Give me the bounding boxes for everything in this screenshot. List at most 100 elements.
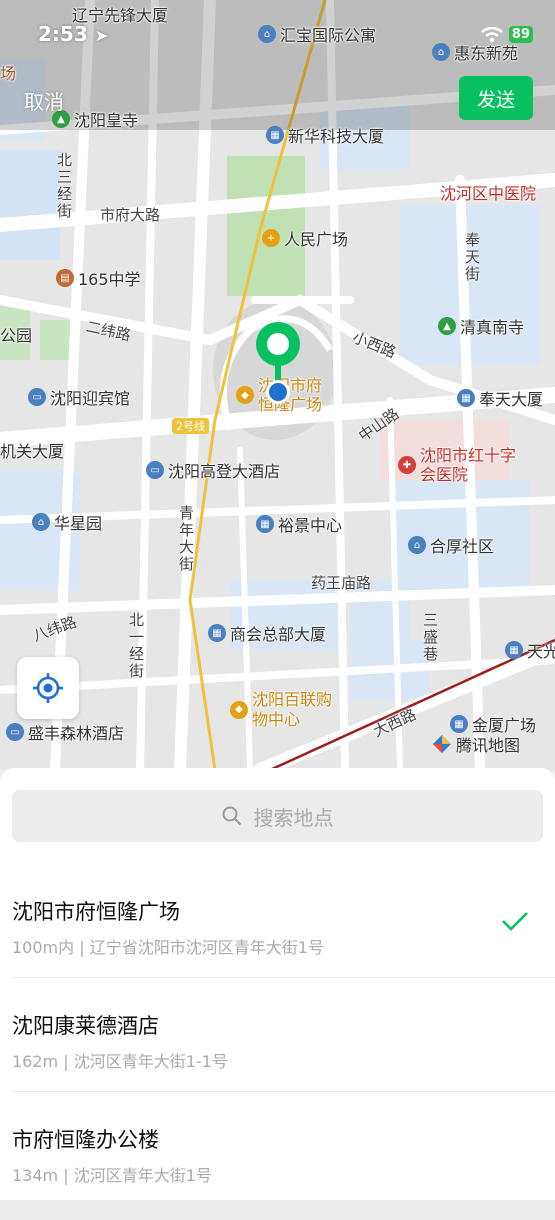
cancel-button[interactable]: 取消 (24, 86, 64, 115)
home-icon: ⌂ (408, 536, 426, 554)
hospital-icon: ✚ (398, 456, 416, 474)
search-input[interactable]: 搜索地点 (12, 790, 543, 842)
poi-label[interactable]: + 人民广场 (262, 226, 348, 250)
poi-label[interactable]: 场 (0, 60, 16, 84)
poi-label[interactable]: ▦ 新华科技大厦 (266, 123, 384, 147)
result-address: 134m | 沈河区青年大街1号 (12, 1166, 212, 1185)
poi-name: 裕景中心 (278, 516, 343, 535)
result-name: 沈阳市府恒隆广场 (12, 900, 180, 924)
poi-label[interactable]: ▲ 清真南寺 (438, 314, 524, 338)
hotel-icon: ▭ (146, 461, 164, 479)
poi-name: 汇宝国际公寓 (280, 26, 377, 45)
poi-name: 商会总部大厦 (230, 625, 327, 644)
hotel-icon: ▭ (28, 388, 46, 406)
poi-name: 合厚社区 (430, 537, 495, 556)
map-view[interactable]: 辽宁先锋大厦 ⌂ 汇宝国际公寓 ⌂ 惠东新苑 ▲ 沈阳皇寺 ▦ 新华科技大厦 沈河区中医… (0, 0, 555, 770)
divider (12, 977, 555, 978)
temple-icon: ▲ (438, 317, 456, 335)
map-brand-label: 腾讯地图 (456, 736, 521, 755)
road-label: 北三经街 (55, 152, 73, 220)
tencent-map-logo-icon (433, 735, 451, 753)
poi-name: 机关大厦 (0, 442, 65, 461)
poi-label[interactable]: ✚ 沈阳市红十字会医院 (398, 446, 518, 484)
crosshair-icon (33, 673, 63, 703)
poi-name: 沈阳高登大酒店 (168, 462, 281, 481)
building-icon: ▦ (450, 715, 468, 733)
poi-name: 沈阳迎宾馆 (50, 389, 131, 408)
poi-label[interactable]: ▲ 沈阳皇寺 (52, 107, 138, 131)
search-icon (222, 806, 241, 826)
battery-indicator: 89 (508, 26, 533, 43)
building-icon: ▦ (208, 624, 226, 642)
poi-label[interactable]: ◆ 沈阳百联购物中心 (230, 690, 335, 730)
road-label: 青年大街 (177, 505, 195, 573)
wifi-icon (481, 26, 503, 42)
poi-name: 奉天大厦 (479, 390, 544, 409)
poi-label[interactable]: ▦ 天光 (505, 638, 555, 662)
poi-label[interactable]: ▤ 165中学 (56, 266, 141, 290)
poi-name: 沈阳皇寺 (74, 111, 139, 130)
poi-label[interactable]: ▭ 沈阳高登大酒店 (146, 458, 280, 482)
poi-name: 沈阳市红十字会医院 (420, 446, 517, 484)
poi-name: 人民广场 (284, 230, 349, 249)
building-icon: ▦ (256, 515, 274, 533)
location-pin-icon (256, 322, 300, 404)
poi-name: 天光 (527, 642, 555, 661)
result-name: 沈阳康莱德酒店 (12, 1014, 159, 1038)
poi-name: 沈阳百联购物中心 (252, 690, 333, 729)
divider (12, 1091, 555, 1092)
poi-name: 沈河区中医院 (440, 184, 537, 203)
poi-name: 165中学 (78, 270, 141, 289)
home-icon: ⌂ (432, 43, 450, 61)
result-address: 162m | 沈河区青年大街1-1号 (12, 1052, 228, 1071)
poi-label[interactable]: ▦ 商会总部大厦 (208, 621, 326, 645)
hotel-icon: ▭ (6, 723, 24, 741)
poi-name: 华星园 (54, 514, 103, 533)
map-brand: 腾讯地图 (432, 732, 520, 756)
poi-name: 惠东新苑 (454, 44, 519, 63)
poi-label[interactable]: ▭ 沈阳迎宾馆 (28, 385, 130, 409)
poi-label[interactable]: 机关大厦 (0, 438, 64, 462)
result-item[interactable]: 沈阳康莱德酒店 162m | 沈河区青年大街1-1号 (0, 994, 555, 1106)
poi-label[interactable]: 沈河区中医院 (440, 180, 536, 204)
location-arrow-icon: ➤ (94, 26, 109, 45)
shopping-icon: ◆ (230, 701, 248, 719)
plaza-icon: + (262, 229, 280, 247)
status-indicators: 89 (481, 26, 533, 43)
poi-label[interactable]: ⌂ 汇宝国际公寓 (258, 22, 376, 46)
building-icon: ▦ (266, 126, 284, 144)
time-label: 2:53 (38, 22, 88, 46)
result-name: 市府恒隆办公楼 (12, 1128, 159, 1152)
poi-name: 清真南寺 (460, 318, 525, 337)
poi-label[interactable]: ▦ 裕景中心 (256, 512, 342, 536)
checkmark-icon (502, 912, 528, 931)
building-icon: ▦ (505, 641, 523, 659)
result-item[interactable]: 沈阳市府恒隆广场 100m内 | 辽宁省沈阳市沈河区青年大街1号 (0, 880, 555, 992)
status-time: 2:53 ➤ (38, 22, 108, 46)
poi-name: 场 (0, 64, 17, 83)
poi-label[interactable]: 公园 (0, 322, 32, 346)
my-location-button[interactable] (17, 657, 79, 719)
road-label: 市府大路 (100, 206, 161, 224)
building-icon: ▦ (457, 389, 475, 407)
result-address: 100m内 | 辽宁省沈阳市沈河区青年大街1号 (12, 938, 324, 957)
result-item[interactable]: 市府恒隆办公楼 134m | 沈河区青年大街1号 (0, 1108, 555, 1220)
search-placeholder: 搜索地点 (253, 805, 334, 830)
poi-label[interactable]: ▦ 奉天大厦 (457, 386, 543, 410)
poi-label[interactable]: ⌂ 合厚社区 (408, 533, 494, 557)
poi-label[interactable]: ▭ 盛丰森林酒店 (6, 720, 124, 744)
road-label: 奉天街 (463, 232, 481, 283)
road-label: 药王庙路 (311, 574, 372, 592)
home-icon: ⌂ (32, 513, 50, 531)
home-icon: ⌂ (258, 25, 276, 43)
poi-label[interactable]: ⌂ 惠东新苑 (432, 40, 518, 64)
poi-name: 盛丰森林酒店 (28, 724, 125, 743)
poi-label[interactable]: ⌂ 华星园 (32, 510, 102, 534)
road-label: 三盛巷 (421, 612, 439, 663)
school-icon: ▤ (56, 269, 74, 287)
send-button[interactable]: 发送 (459, 76, 533, 120)
location-sheet: 搜索地点 沈阳市府恒隆广场 100m内 | 辽宁省沈阳市沈河区青年大街1号 沈阳… (0, 768, 555, 1200)
poi-name: 新华科技大厦 (288, 127, 385, 146)
road-label: 北一经街 (127, 612, 145, 680)
poi-name: 公园 (0, 326, 33, 345)
